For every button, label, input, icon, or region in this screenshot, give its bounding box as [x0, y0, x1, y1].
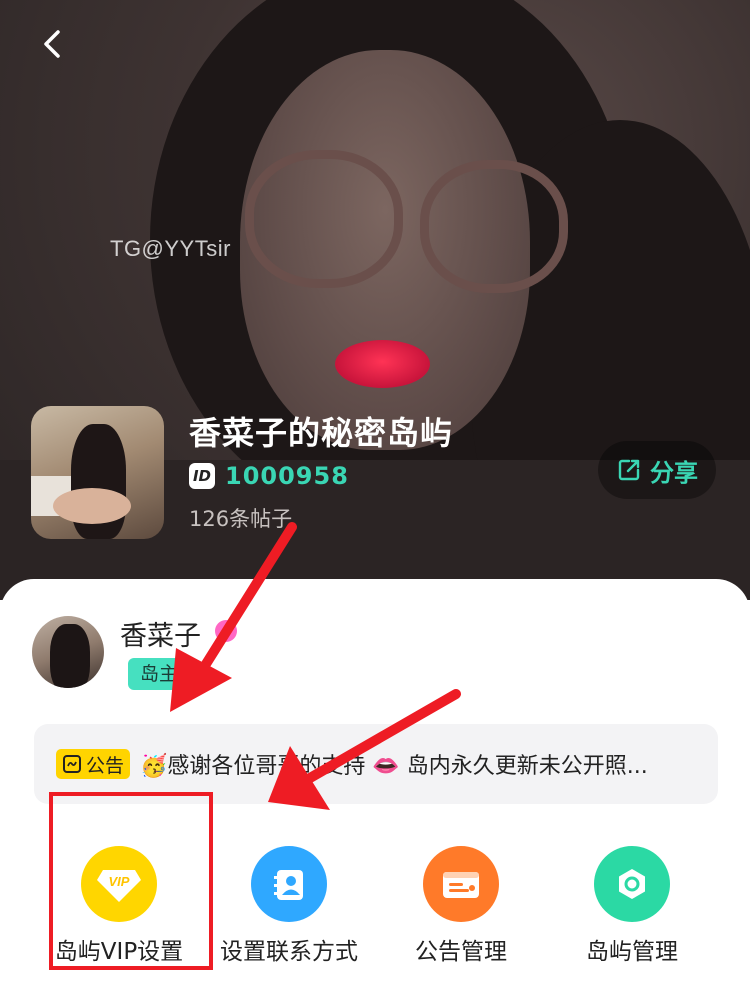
island-settings-icon	[594, 846, 670, 922]
island-manage-button[interactable]: 岛屿管理	[547, 846, 717, 966]
share-icon	[618, 459, 640, 481]
announcement-icon	[63, 755, 81, 773]
announcement-tag-label: 公告	[86, 754, 125, 777]
watermark-text: TG@YYTsir	[110, 236, 231, 261]
id-badge-icon: ID	[189, 463, 215, 489]
share-label: 分享	[650, 458, 698, 487]
glasses-left	[245, 150, 403, 288]
island-avatar[interactable]	[31, 406, 164, 539]
owner-name: 香菜子	[120, 621, 201, 652]
contact-settings-button[interactable]: 设置联系方式	[204, 846, 374, 966]
announcement-manage-label: 公告管理	[415, 939, 507, 965]
island-id-value: 1000958	[225, 462, 349, 490]
contact-card-icon	[251, 846, 327, 922]
owner-role-badge: 岛主	[128, 658, 191, 690]
island-title: 香菜子的秘密岛屿	[189, 414, 454, 452]
annotation-highlight-box	[49, 792, 213, 970]
owner-avatar[interactable]	[32, 616, 104, 688]
glasses-right	[420, 160, 568, 293]
back-button[interactable]	[34, 24, 74, 64]
announcement-manage-button[interactable]: 公告管理	[376, 846, 546, 966]
lips-shape	[335, 340, 430, 388]
island-id-row: ID 1000958	[189, 462, 349, 490]
owner-level-icon	[215, 620, 237, 642]
share-button[interactable]: 分享	[598, 441, 716, 499]
post-count: 126条帖子	[189, 507, 293, 531]
contact-settings-label: 设置联系方式	[220, 939, 358, 965]
announcement-tag: 公告	[56, 749, 131, 779]
announcement-card-icon	[423, 846, 499, 922]
island-manage-label: 岛屿管理	[586, 939, 678, 965]
announcement-text: 🥳感谢各位哥哥的支持 👄 岛内永久更新未公开照...	[140, 754, 648, 779]
chevron-left-icon	[44, 30, 60, 58]
